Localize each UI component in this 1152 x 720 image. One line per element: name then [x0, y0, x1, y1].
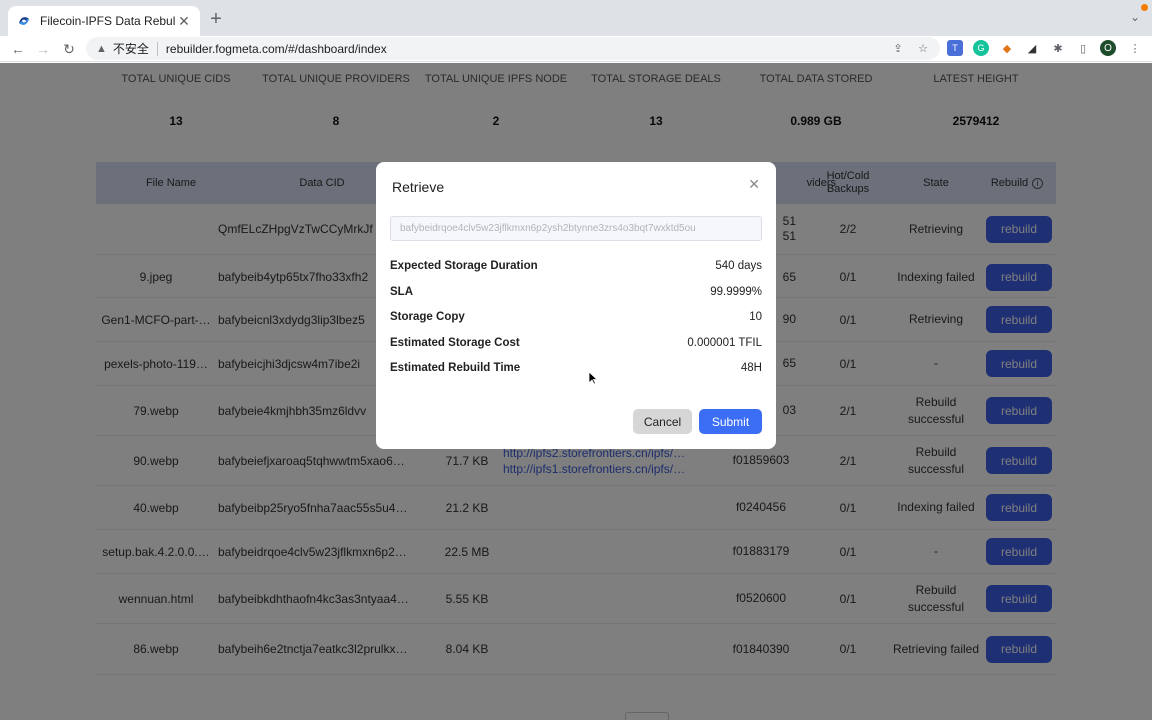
field-storage-copy: Storage Copy 10 [390, 311, 762, 329]
close-tab-icon[interactable]: ✕ [176, 13, 192, 29]
share-icon[interactable]: ⇪ [890, 40, 906, 56]
field-sla: SLA 99.9999% [390, 286, 762, 304]
tab-search-chevron-icon[interactable]: ⌄ [1130, 10, 1140, 24]
forward-icon[interactable]: → [33, 39, 53, 59]
extensions-puzzle-icon[interactable]: ✱ [1050, 40, 1066, 56]
field-label: SLA [390, 286, 413, 298]
divider [156, 41, 158, 56]
bookmark-star-icon[interactable]: ☆ [915, 40, 931, 56]
field-value: 0.000001 TFIL [687, 337, 762, 349]
field-label: Expected Storage Duration [390, 260, 538, 272]
metamask-extension-icon[interactable]: ◆ [999, 40, 1015, 56]
browser-toolbar: ← → ↻ ▲ 不安全 rebuilder.fogmeta.com/#/dash… [0, 36, 1152, 62]
field-value: 48H [740, 362, 762, 374]
dialog-title: Retrieve [392, 179, 445, 195]
address-bar[interactable]: ▲ 不安全 rebuilder.fogmeta.com/#/dashboard/… [86, 37, 940, 60]
submit-button[interactable]: Submit [699, 409, 762, 434]
browser-tab-strip: Filecoin-IPFS Data Rebulider ✕ + ⌄ [0, 0, 1152, 36]
field-rebuild-time: Estimated Rebuild Time 48H [390, 362, 762, 380]
field-label: Storage Copy [390, 311, 465, 323]
side-panel-icon[interactable]: ▯ [1075, 40, 1091, 56]
chart-extension-icon[interactable]: ◢ [1024, 40, 1040, 56]
field-value: 99.9999% [710, 286, 762, 298]
grammarly-extension-icon[interactable]: G [973, 40, 989, 56]
profile-avatar[interactable]: O [1100, 40, 1116, 56]
recording-indicator [1141, 4, 1148, 11]
field-label: Estimated Storage Cost [390, 337, 520, 349]
reload-icon[interactable]: ↻ [59, 39, 79, 59]
insecure-label: 不安全 [112, 42, 149, 56]
cid-input[interactable]: bafybeidrqoe4clv5w23jflkmxn6p2ysh2btynne… [390, 216, 762, 241]
url-text: rebuilder.fogmeta.com/#/dashboard/index [165, 41, 387, 56]
warning-icon: ▲ [96, 42, 107, 55]
field-label: Estimated Rebuild Time [390, 362, 521, 374]
new-tab-icon[interactable]: + [206, 9, 226, 30]
browser-tab[interactable]: Filecoin-IPFS Data Rebulider ✕ [8, 6, 200, 36]
filecoin-favicon-icon [16, 13, 32, 29]
field-value: 540 days [715, 260, 762, 272]
back-icon[interactable]: ← [8, 39, 28, 59]
field-storage-cost: Estimated Storage Cost 0.000001 TFIL [390, 337, 762, 355]
cancel-button[interactable]: Cancel [633, 409, 692, 434]
browser-tab-title: Filecoin-IPFS Data Rebulider [40, 14, 176, 28]
close-icon[interactable]: ✕ [748, 176, 760, 193]
field-value: 10 [749, 311, 762, 323]
retrieve-dialog: Retrieve ✕ bafybeidrqoe4clv5w23jflkmxn6p… [376, 162, 776, 449]
more-menu-icon[interactable]: ⋮ [1127, 40, 1143, 56]
field-storage-duration: Expected Storage Duration 540 days [390, 260, 762, 278]
translate-extension-icon[interactable]: T [947, 40, 963, 56]
mouse-cursor-icon [588, 371, 598, 385]
